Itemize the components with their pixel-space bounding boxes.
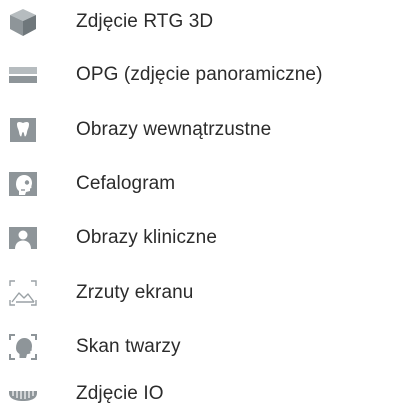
menu-item-label: Obrazy kliniczne	[76, 227, 217, 248]
tooth-icon	[8, 115, 38, 145]
menu-item-face-scan[interactable]: Skan twarzy	[0, 328, 409, 366]
menu-item-panoramic[interactable]: OPG (zdjęcie panoramiczne)	[0, 56, 409, 94]
panoramic-icon	[8, 60, 38, 90]
menu-item-label: Cefalogram	[76, 173, 176, 194]
menu-item-clinical[interactable]: Obrazy kliniczne	[0, 219, 409, 257]
menu-item-label: OPG (zdjęcie panoramiczne)	[76, 64, 323, 85]
menu-item-label: Skan twarzy	[76, 336, 181, 357]
menu-item-cephalogram[interactable]: Cefalogram	[0, 165, 409, 203]
menu-item-screenshots[interactable]: Zrzuty ekranu	[0, 274, 409, 312]
person-icon	[8, 223, 38, 253]
image-type-menu: Zdjęcie RTG 3D OPG (zdjęcie panoramiczne…	[0, 0, 409, 407]
screenshot-icon	[8, 278, 38, 308]
cube-icon	[8, 7, 38, 37]
menu-item-intraoral[interactable]: Obrazy wewnątrzustne	[0, 111, 409, 149]
menu-item-label: Zdjęcie IO	[76, 383, 164, 404]
face-scan-icon	[8, 332, 38, 362]
menu-item-3d-xray[interactable]: Zdjęcie RTG 3D	[0, 3, 409, 41]
menu-item-label: Obrazy wewnątrzustne	[76, 119, 272, 140]
menu-item-label: Zrzuty ekranu	[76, 282, 194, 303]
menu-item-label: Zdjęcie RTG 3D	[76, 11, 214, 32]
teeth-arch-icon	[8, 379, 38, 409]
skull-profile-icon	[8, 169, 38, 199]
menu-item-io-photo[interactable]: Zdjęcie IO	[0, 375, 409, 413]
